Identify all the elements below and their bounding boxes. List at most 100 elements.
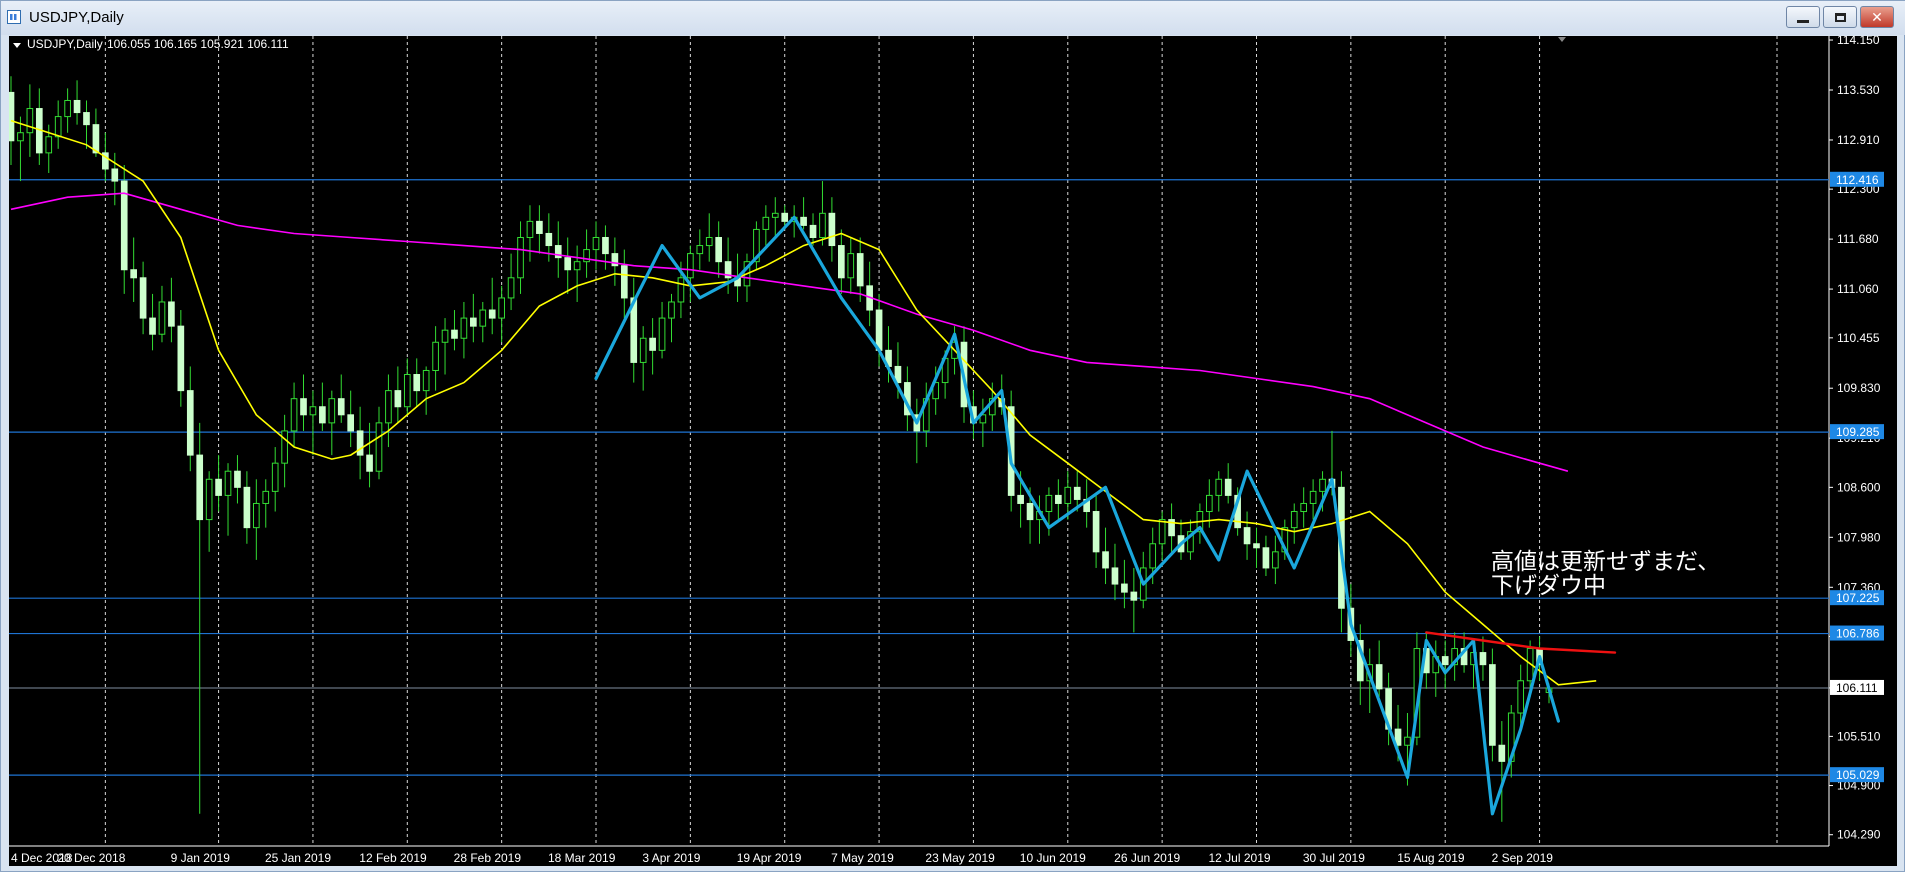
candle[interactable]	[1224, 463, 1232, 504]
candle[interactable]	[668, 293, 675, 343]
candle[interactable]	[1441, 640, 1449, 689]
candle[interactable]	[1479, 636, 1487, 681]
candle[interactable]	[234, 455, 241, 504]
candle[interactable]	[564, 237, 572, 294]
candle[interactable]	[460, 301, 468, 359]
candle[interactable]	[583, 229, 590, 278]
candle[interactable]	[73, 80, 81, 125]
candle[interactable]	[451, 310, 458, 351]
candle[interactable]	[441, 318, 449, 375]
candle[interactable]	[753, 221, 760, 270]
candle[interactable]	[432, 326, 439, 391]
candle[interactable]	[413, 358, 421, 407]
candle[interactable]	[328, 390, 336, 456]
candle[interactable]	[1300, 487, 1308, 528]
collapse-triangle-icon[interactable]	[13, 43, 21, 48]
candle[interactable]	[866, 261, 873, 327]
candle[interactable]	[186, 366, 194, 472]
candle[interactable]	[979, 398, 987, 448]
chart-area[interactable]: 114.150 113.530 112.910 112.300 111.680 111.0…	[7, 33, 1897, 866]
candle[interactable]	[696, 229, 704, 270]
candle[interactable]	[271, 447, 279, 512]
candle[interactable]	[498, 285, 505, 343]
candle[interactable]	[1121, 559, 1128, 609]
candle[interactable]	[1375, 640, 1383, 697]
candle[interactable]	[1451, 632, 1458, 681]
candle[interactable]	[17, 116, 24, 182]
candle[interactable]	[838, 229, 845, 294]
candle[interactable]	[120, 164, 128, 294]
candle[interactable]	[1498, 721, 1506, 822]
title-bar[interactable]: USDJPY,Daily ✕	[1, 1, 1905, 35]
candle[interactable]	[470, 293, 477, 343]
candle[interactable]	[1130, 567, 1138, 633]
candle[interactable]	[205, 471, 213, 552]
candle[interactable]	[809, 213, 817, 246]
candle[interactable]	[658, 301, 666, 359]
candle[interactable]	[1036, 495, 1043, 544]
candle[interactable]	[517, 221, 524, 294]
candle[interactable]	[168, 277, 175, 343]
candle[interactable]	[35, 88, 43, 165]
candle[interactable]	[762, 205, 770, 246]
candle[interactable]	[1290, 503, 1298, 544]
candle[interactable]	[687, 245, 694, 302]
candle[interactable]	[375, 406, 383, 480]
candle[interactable]	[1356, 624, 1364, 705]
candle[interactable]	[356, 406, 364, 480]
candle[interactable]	[422, 366, 430, 415]
candle[interactable]	[215, 455, 222, 512]
candle[interactable]	[262, 479, 270, 528]
candle[interactable]	[611, 237, 619, 286]
candle[interactable]	[1272, 535, 1279, 585]
candle[interactable]	[479, 301, 487, 343]
candle[interactable]	[224, 463, 232, 536]
candle[interactable]	[337, 374, 345, 423]
candle[interactable]	[130, 237, 137, 302]
slow-moving-average-line[interactable]	[10, 192, 1569, 472]
candle[interactable]	[819, 181, 826, 246]
candle[interactable]	[630, 277, 638, 383]
candle[interactable]	[1187, 519, 1194, 560]
candle[interactable]	[536, 205, 543, 254]
candle[interactable]	[602, 225, 609, 270]
candle[interactable]	[139, 261, 147, 335]
minimize-button[interactable]	[1786, 6, 1820, 28]
price-chart[interactable]: 114.150113.530112.910112.300111.680111.0…	[7, 33, 1897, 866]
candle[interactable]	[526, 205, 534, 262]
candle[interactable]	[1092, 495, 1100, 568]
candle[interactable]	[347, 390, 355, 448]
candle[interactable]	[1262, 535, 1270, 576]
candle[interactable]	[771, 197, 779, 238]
candle[interactable]	[177, 310, 185, 407]
candle[interactable]	[1253, 527, 1260, 568]
candle[interactable]	[1055, 479, 1062, 520]
candle[interactable]	[290, 382, 298, 448]
candle[interactable]	[158, 285, 166, 343]
candle[interactable]	[319, 382, 326, 431]
candle[interactable]	[913, 398, 921, 464]
candle[interactable]	[385, 374, 392, 448]
candle[interactable]	[1111, 543, 1119, 601]
candle[interactable]	[243, 471, 251, 544]
candle[interactable]	[252, 479, 260, 560]
maximize-button[interactable]	[1823, 6, 1857, 28]
candle[interactable]	[1196, 503, 1204, 544]
candle[interactable]	[26, 84, 34, 157]
candle[interactable]	[592, 221, 600, 270]
candle[interactable]	[403, 358, 411, 415]
candle[interactable]	[1168, 503, 1175, 552]
candle[interactable]	[554, 221, 562, 278]
candle[interactable]	[1215, 471, 1223, 512]
zigzag-trend-drawing[interactable]	[594, 215, 1560, 816]
candle[interactable]	[1309, 479, 1317, 520]
chart-shift-marker-icon[interactable]	[1558, 37, 1566, 42]
candle[interactable]	[196, 422, 204, 814]
candle[interactable]	[1177, 519, 1185, 560]
candle[interactable]	[847, 237, 855, 294]
candle[interactable]	[639, 326, 647, 391]
candle[interactable]	[83, 100, 90, 149]
candle[interactable]	[149, 293, 156, 351]
candle[interactable]	[705, 213, 713, 262]
candle[interactable]	[300, 374, 307, 431]
